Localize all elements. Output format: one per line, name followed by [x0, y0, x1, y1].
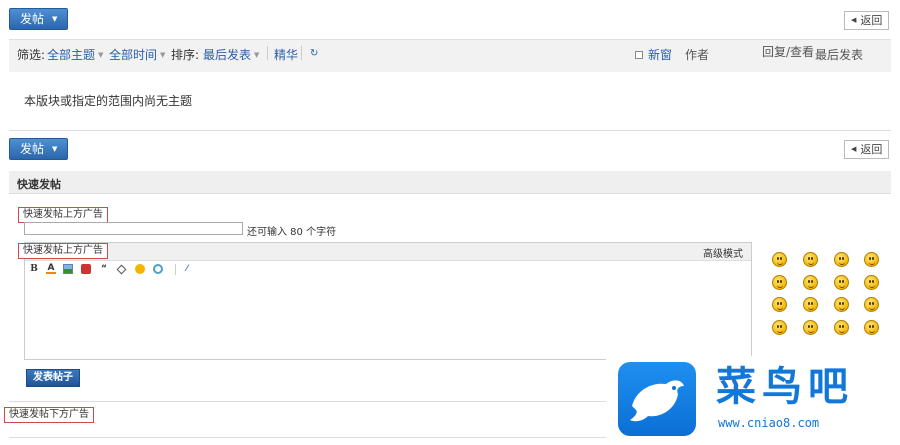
watermark-name: 菜鸟吧 [716, 363, 854, 410]
chevron-down-icon: ▼ [254, 50, 260, 59]
sort-value: 最后发表 [203, 48, 252, 62]
refresh-icon[interactable]: ↻ [310, 48, 318, 59]
submit-post-button[interactable]: 发表帖子 [26, 369, 80, 387]
watermark-url: www.cniao8.com [718, 416, 820, 430]
back-button-label: 返回 [860, 143, 883, 156]
font-color-icon[interactable]: A [46, 264, 56, 274]
digest-link[interactable]: 精华 [274, 46, 298, 63]
ad-bottom-label: 快速发帖下方广告 [4, 407, 94, 423]
new-window-checkbox[interactable]: 新窗 [635, 46, 672, 63]
subject-char-hint: 还可输入 80 个字符 [247, 227, 337, 238]
filter-all-topics-label: 全部主题 [47, 48, 96, 62]
bird-logo-icon [618, 362, 696, 436]
advanced-mode-link[interactable]: 高级模式 [703, 245, 743, 260]
post-button-label: 发帖 [20, 12, 45, 26]
ad-top-label: 快速发帖上方广告 [18, 207, 108, 223]
triangle-left-icon: ◀ [851, 16, 857, 24]
column-replies: 回复/查看 [762, 45, 815, 59]
divider [9, 437, 609, 438]
back-button-label: 返回 [860, 14, 883, 27]
smiley-icon[interactable] [864, 320, 879, 335]
new-window-label: 新窗 [648, 48, 673, 62]
smiley-icon[interactable] [864, 252, 879, 267]
smiley-icon[interactable] [834, 320, 849, 335]
quote-icon[interactable]: “ [99, 264, 109, 274]
find-icon[interactable] [153, 264, 163, 274]
smiley-icon[interactable] [834, 275, 849, 290]
watermark-logo: 菜鸟吧 www.cniao8.com [606, 356, 900, 445]
filter-bar: 筛选: 全部主题 ▼ 全部时间 ▼ 排序: 最后发表 ▼ 精华 ↻ 新窗 作者 … [9, 39, 891, 72]
filter-all-topics[interactable]: 全部主题 ▼ [47, 46, 103, 63]
smiley-icon[interactable] [834, 297, 849, 312]
filter-all-time[interactable]: 全部时间 ▼ [109, 46, 165, 63]
message-editor[interactable]: 高级模式 B A “ ⁄ [24, 242, 752, 360]
bold-icon[interactable]: B [29, 264, 39, 274]
image-icon[interactable] [63, 264, 73, 274]
post-button-bottom[interactable]: 发帖 ▼ [9, 138, 69, 160]
divider [267, 46, 268, 60]
post-button-label: 发帖 [20, 142, 45, 156]
smiley-icon[interactable] [803, 275, 818, 290]
chevron-down-icon: ▼ [98, 50, 104, 59]
chevron-down-icon: ▼ [160, 50, 166, 59]
smiley-icon[interactable] [772, 275, 787, 290]
divider [175, 264, 176, 275]
ad-editor-label: 快速发帖上方广告 [18, 243, 108, 259]
smiley-icon[interactable] [864, 275, 879, 290]
triangle-left-icon: ◀ [851, 145, 857, 153]
attach-icon[interactable]: ⁄ [182, 264, 192, 274]
quick-post-title: 快速发帖 [17, 178, 61, 191]
smiley-icon[interactable] [803, 252, 818, 267]
divider [9, 130, 891, 131]
quick-post-header: 快速发帖 [9, 171, 891, 194]
smiley-icon[interactable] [803, 320, 818, 335]
back-button[interactable]: ◀ 返回 [844, 11, 890, 30]
flash-icon[interactable] [81, 264, 91, 274]
editor-toolbar: B A “ ⁄ [25, 261, 751, 277]
filter-all-time-label: 全部时间 [109, 48, 158, 62]
post-button[interactable]: 发帖 ▼ [9, 8, 69, 30]
subject-input[interactable] [24, 222, 243, 235]
empty-message: 本版块或指定的范围内尚无主题 [24, 94, 193, 108]
editor-header: 高级模式 [25, 243, 751, 261]
smiley-icon[interactable] [864, 297, 879, 312]
smiley-icon[interactable] [834, 252, 849, 267]
back-button-bottom[interactable]: ◀ 返回 [844, 140, 890, 159]
divider [9, 401, 609, 402]
filter-label: 筛选: [17, 48, 46, 62]
chevron-down-icon: ▼ [52, 15, 58, 23]
sort-dropdown[interactable]: 最后发表 ▼ [203, 46, 259, 63]
checkbox-icon [635, 50, 643, 59]
sort-label: 排序: [171, 48, 200, 62]
divider [301, 46, 302, 60]
smiley-icon[interactable] [803, 297, 818, 312]
chevron-down-icon: ▼ [52, 145, 58, 153]
column-last-post: 最后发表 [815, 48, 864, 62]
smiley-icon[interactable] [772, 297, 787, 312]
code-icon[interactable] [116, 264, 127, 275]
column-author: 作者 [685, 48, 710, 62]
smiley-icon[interactable] [772, 320, 787, 335]
smilies-icon[interactable] [135, 264, 145, 274]
smiley-icon[interactable] [772, 252, 787, 267]
